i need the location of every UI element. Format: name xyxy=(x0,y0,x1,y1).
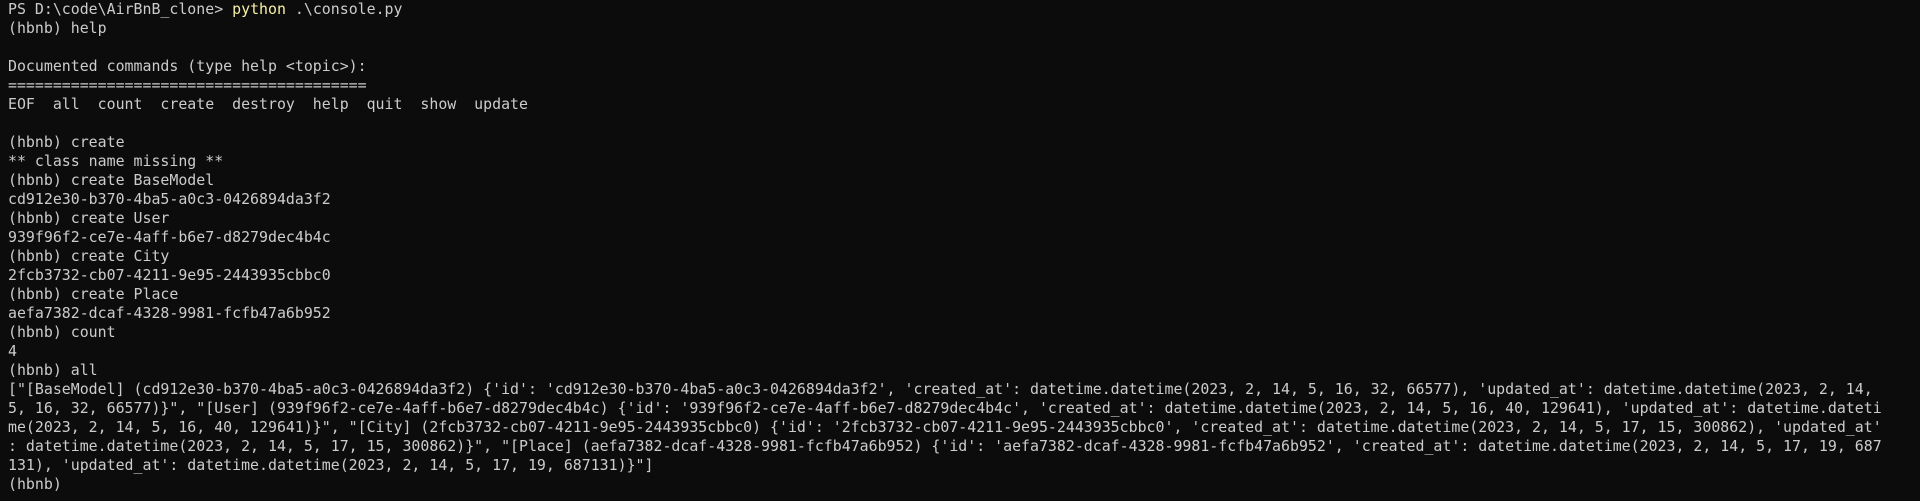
terminal-line: 5, 16, 32, 66577)}", "[User] (939f96f2-c… xyxy=(8,399,1882,417)
terminal-line: Documented commands (type help <topic>): xyxy=(8,57,367,75)
terminal-prompt-line[interactable]: (hbnb) xyxy=(8,475,1912,494)
terminal-line: ** class name missing ** xyxy=(8,152,224,170)
terminal-line: ======================================== xyxy=(8,76,367,94)
terminal-line: : datetime.datetime(2023, 2, 14, 5, 17, … xyxy=(8,437,1882,455)
python-command: python xyxy=(232,0,286,18)
terminal-line: (hbnb) create xyxy=(8,133,125,151)
terminal-line: (hbnb) count xyxy=(8,323,116,341)
powershell-prompt-line: PS D:\code\AirBnB_clone> python .\consol… xyxy=(8,0,1912,19)
terminal-line: EOF all count create destroy help quit s… xyxy=(8,95,528,113)
terminal-line: 2fcb3732-cb07-4211-9e95-2443935cbbc0 xyxy=(8,266,331,284)
terminal-line: (hbnb) help xyxy=(8,19,107,37)
terminal-line: (hbnb) all xyxy=(8,361,98,379)
terminal-line: (hbnb) create Place xyxy=(8,285,179,303)
terminal-line: (hbnb) create City xyxy=(8,247,170,265)
command-args: .\console.py xyxy=(294,0,403,18)
terminal-line: ["[BaseModel] (cd912e30-b370-4ba5-a0c3-0… xyxy=(8,380,1873,398)
terminal-line: aefa7382-dcaf-4328-9981-fcfb47a6b952 xyxy=(8,304,331,322)
terminal-line: (hbnb) create User xyxy=(8,209,170,227)
terminal-line: (hbnb) create BaseModel xyxy=(8,171,215,189)
powershell-prompt: PS D:\code\AirBnB_clone> xyxy=(8,0,224,18)
terminal-line: cd912e30-b370-4ba5-a0c3-0426894da3f2 xyxy=(8,190,331,208)
terminal-line: 4 xyxy=(8,342,17,360)
terminal-line: 131), 'updated_at': datetime.datetime(20… xyxy=(8,456,654,474)
terminal-window[interactable]: PS D:\code\AirBnB_clone> python .\consol… xyxy=(0,0,1920,501)
terminal-line: 939f96f2-ce7e-4aff-b6e7-d8279dec4b4c xyxy=(8,228,331,246)
terminal-line: me(2023, 2, 14, 5, 16, 40, 129641)}", "[… xyxy=(8,418,1882,436)
